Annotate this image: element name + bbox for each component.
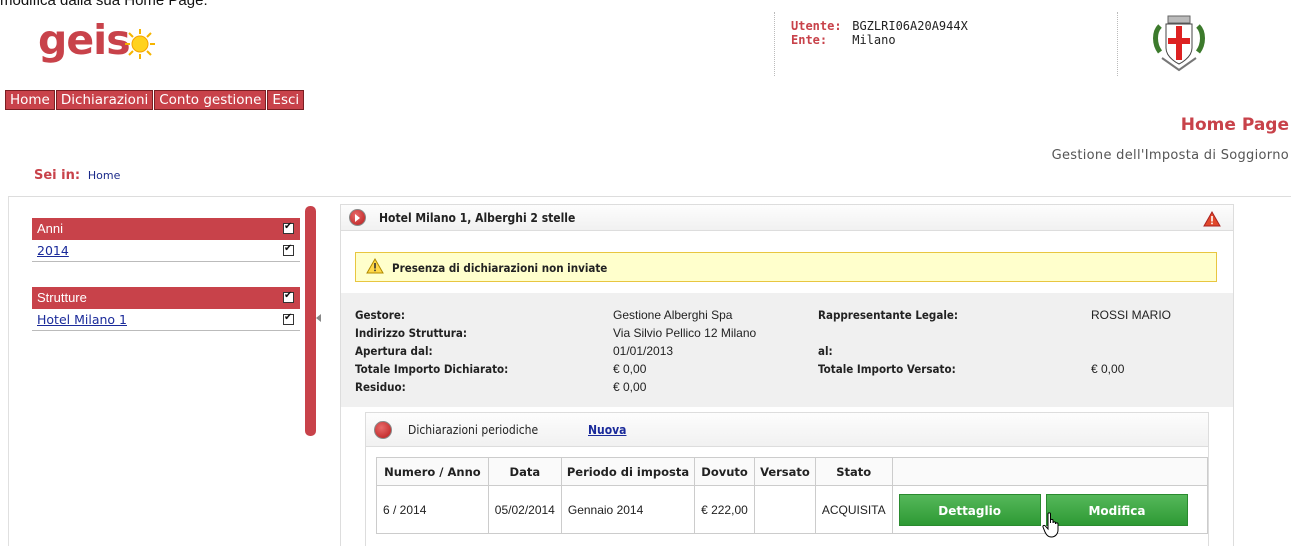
sidebar-splitter[interactable] <box>305 206 316 436</box>
ente-label: Ente: <box>791 33 828 47</box>
logo-text: geis <box>38 16 131 64</box>
cell-data: 05/02/2014 <box>487 485 562 534</box>
table-header-row: Numero / Anno Data Periodo di imposta Do… <box>376 457 1209 486</box>
nav-conto-gestione[interactable]: Conto gestione <box>154 90 267 110</box>
apertura-label: Apertura dal: <box>355 344 433 358</box>
declarations-panel: Dichiarazioni periodiche Nuova Numero / … <box>365 412 1209 546</box>
al-label: al: <box>818 344 833 358</box>
declarations-title: Dichiarazioni periodiche <box>408 423 539 437</box>
ente-value: Milano <box>852 33 896 47</box>
gestore-value: Gestione Alberghi Spa <box>613 308 733 322</box>
geis-logo: geis <box>38 16 178 64</box>
col-actions <box>891 457 1209 486</box>
apertura-value: 01/01/2013 <box>613 344 674 358</box>
milano-crest-icon <box>1153 15 1205 72</box>
checkbox-hotel-milano-1[interactable] <box>283 312 294 325</box>
indirizzo-value: Via Silvio Pellico 12 Milano <box>613 326 757 340</box>
sidebar-header-strutture: Strutture <box>32 287 300 309</box>
dichiarato-label: Totale Importo Dichiarato: <box>355 362 509 376</box>
nav-dichiarazioni[interactable]: Dichiarazioni <box>55 90 154 110</box>
rappresentante-label: Rappresentante Legale: <box>818 308 959 322</box>
col-versato: Versato <box>754 457 816 486</box>
instruction-caption: modifica dalla sua Home Page. <box>0 0 208 9</box>
alert-text: Presenza di dichiarazioni non inviate <box>392 261 608 275</box>
sidebar-panel-strutture: Strutture Hotel Milano 1 <box>32 287 300 331</box>
dettaglio-button[interactable]: Dettaglio <box>898 493 1041 526</box>
gestore-label: Gestore: <box>355 308 406 322</box>
sun-icon <box>125 29 155 59</box>
hand-cursor-icon <box>1042 512 1059 538</box>
utente-label: Utente: <box>791 19 842 33</box>
col-dovuto: Dovuto <box>694 457 756 486</box>
sidebar-header-label: Strutture <box>37 290 87 305</box>
modifica-button[interactable]: Modifica <box>1045 493 1188 526</box>
user-info: Utente: BGZLRI06A20A944X Ente: Milano <box>774 12 1118 76</box>
cell-numero: 6 / 2014 <box>376 485 489 534</box>
warning-icon <box>1203 211 1221 227</box>
cell-versato <box>754 485 816 534</box>
main-nav: Home Dichiarazioni Conto gestione Esci <box>5 90 305 110</box>
col-data: Data <box>487 457 562 486</box>
structure-title: Hotel Milano 1, Alberghi 2 stelle <box>379 211 576 225</box>
sidebar-item-2014: 2014 <box>32 240 300 262</box>
breadcrumb: Sei in: Home <box>34 168 120 183</box>
residuo-value: € 0,00 <box>613 380 647 394</box>
structure-info: Gestore: Gestione Alberghi Spa Rappresen… <box>341 293 1233 407</box>
table-row: 6 / 2014 05/02/2014 Gennaio 2014 € 222,0… <box>376 485 1209 534</box>
col-stato: Stato <box>814 457 893 486</box>
nav-home[interactable]: Home <box>5 90 55 110</box>
declarations-header: Dichiarazioni periodiche Nuova <box>366 413 1208 447</box>
breadcrumb-home[interactable]: Home <box>88 169 120 182</box>
page-title: Home Page <box>1180 115 1289 135</box>
select-all-anni-checkbox[interactable] <box>283 221 294 234</box>
cell-stato: ACQUISITA <box>814 485 893 534</box>
collapse-arrow-icon[interactable] <box>316 314 321 322</box>
residuo-label: Residuo: <box>355 380 406 394</box>
utente-value: BGZLRI06A20A944X <box>852 19 968 33</box>
sidebar-item-label[interactable]: Hotel Milano 1 <box>37 312 127 327</box>
sidebar-panel-anni: Anni 2014 <box>32 218 300 262</box>
new-declaration-link[interactable]: Nuova <box>588 423 626 437</box>
structure-panel: Hotel Milano 1, Alberghi 2 stelle Presen… <box>340 204 1234 546</box>
cell-dovuto: € 222,00 <box>694 485 756 534</box>
nav-esci[interactable]: Esci <box>267 90 305 110</box>
divider-vertical <box>8 197 9 546</box>
breadcrumb-label: Sei in: <box>34 168 81 183</box>
alert-warning-icon <box>366 258 384 274</box>
versato-value: € 0,00 <box>1091 362 1125 376</box>
select-all-strutture-checkbox[interactable] <box>283 290 294 303</box>
sidebar-item-hotel-milano-1: Hotel Milano 1 <box>32 309 300 331</box>
declarations-table: Numero / Anno Data Periodo di imposta Do… <box>376 457 1209 534</box>
expand-circle-icon[interactable] <box>349 209 366 226</box>
col-numero-anno: Numero / Anno <box>376 457 489 486</box>
sidebar-item-label[interactable]: 2014 <box>37 243 69 258</box>
page-subtitle: Gestione dell'Imposta di Soggiorno <box>1051 148 1289 163</box>
alert-banner: Presenza di dichiarazioni non inviate <box>355 252 1217 282</box>
cell-periodo: Gennaio 2014 <box>560 485 696 534</box>
sidebar-header-label: Anni <box>37 221 64 236</box>
structure-panel-header: Hotel Milano 1, Alberghi 2 stelle <box>341 205 1233 231</box>
col-periodo: Periodo di imposta <box>560 457 696 486</box>
sidebar-header-anni: Anni <box>32 218 300 240</box>
indirizzo-label: Indirizzo Struttura: <box>355 326 467 340</box>
divider <box>8 196 1291 197</box>
rappresentante-value: ROSSI MARIO <box>1091 308 1172 322</box>
dichiarato-value: € 0,00 <box>613 362 647 376</box>
versato-label: Totale Importo Versato: <box>818 362 956 376</box>
checkbox-2014[interactable] <box>283 243 294 256</box>
collapse-circle-icon[interactable] <box>374 421 392 439</box>
